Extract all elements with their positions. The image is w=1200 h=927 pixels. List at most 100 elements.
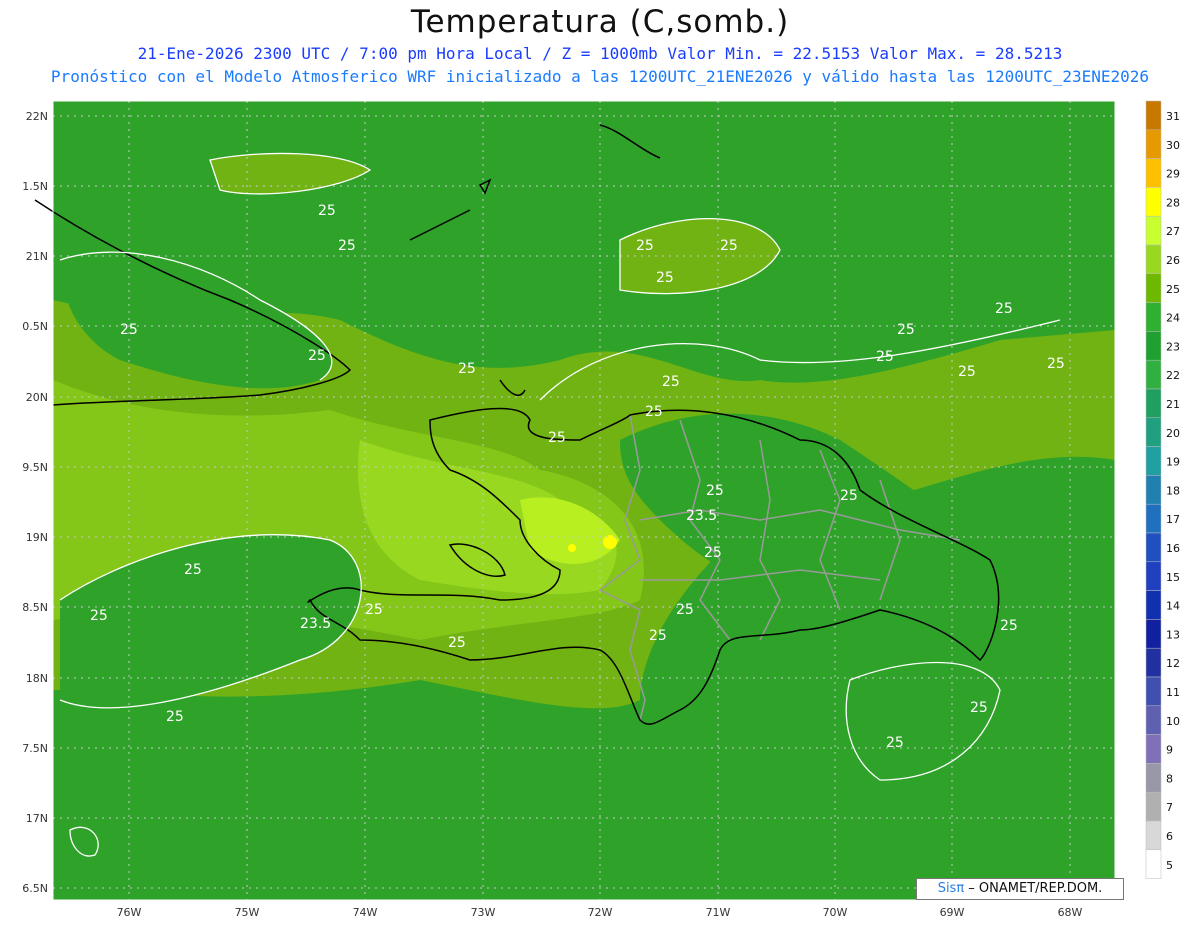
colorbar-label: 7 bbox=[1166, 801, 1173, 814]
colorbar-label: 17 bbox=[1166, 513, 1180, 526]
sispi-logo: Sisπ bbox=[937, 881, 965, 896]
contour-label: 25 bbox=[548, 430, 566, 446]
credit-badge: Sisπ – ONAMET/REP.DOM. bbox=[916, 878, 1124, 900]
contour-label: 25 bbox=[876, 349, 894, 365]
lon-label: 72W bbox=[588, 906, 613, 919]
contour-label: 25 bbox=[1000, 618, 1018, 634]
lon-label: 70W bbox=[823, 906, 848, 919]
colorbar-swatch bbox=[1145, 359, 1162, 390]
colorbar-label: 20 bbox=[1166, 427, 1180, 440]
colorbar-label: 23 bbox=[1166, 340, 1180, 353]
lat-label: 17N bbox=[26, 812, 48, 825]
colorbar-swatch bbox=[1145, 331, 1162, 361]
contour-label: 25 bbox=[645, 404, 663, 420]
contour-label: 25 bbox=[308, 348, 326, 364]
lon-label: 68W bbox=[1058, 906, 1083, 919]
colorbar-swatch bbox=[1145, 503, 1162, 534]
colorbar-label: 5 bbox=[1166, 859, 1173, 872]
colorbar-label: 27 bbox=[1166, 225, 1180, 238]
lat-label: 8.5N bbox=[22, 601, 48, 614]
colorbar-swatch bbox=[1145, 561, 1162, 591]
colorbar-swatch bbox=[1145, 215, 1162, 246]
contour-label: 25 bbox=[338, 238, 356, 254]
contour-label: 25 bbox=[676, 602, 694, 618]
lat-label: 7.5N bbox=[22, 742, 48, 755]
colorbar-swatch bbox=[1145, 763, 1162, 793]
colorbar-label: 14 bbox=[1166, 600, 1180, 613]
colorbar-label: 31 bbox=[1166, 110, 1180, 123]
colorbar-swatch bbox=[1145, 100, 1162, 131]
lon-label: 73W bbox=[471, 906, 496, 919]
lat-label: 9.5N bbox=[22, 461, 48, 474]
longitude-axis: 76W 75W 74W 73W 72W 71W 70W 69W 68W bbox=[117, 906, 1083, 919]
colorbar-swatch bbox=[1145, 244, 1162, 275]
colorbar-swatch bbox=[1145, 273, 1162, 303]
contour-label: 25 bbox=[995, 301, 1013, 317]
colorbar-label: 19 bbox=[1166, 456, 1180, 469]
colorbar-swatch bbox=[1145, 302, 1162, 332]
colorbar-label: 25 bbox=[1166, 283, 1180, 296]
colorbar-swatch bbox=[1145, 590, 1162, 620]
lon-label: 71W bbox=[706, 906, 731, 919]
colorbar-swatch bbox=[1145, 475, 1162, 505]
contour-label: 25 bbox=[90, 608, 108, 624]
lat-label: 22N bbox=[26, 110, 48, 123]
colorbar-label: 11 bbox=[1166, 686, 1180, 699]
credit-text: – ONAMET/REP.DOM. bbox=[964, 881, 1103, 896]
colorbar-label: 15 bbox=[1166, 571, 1180, 584]
contour-label: 25 bbox=[704, 545, 722, 561]
colorbar-swatch bbox=[1145, 791, 1162, 822]
lat-label: 6.5N bbox=[22, 882, 48, 895]
colorbar-label: 9 bbox=[1166, 744, 1173, 757]
colorbar-label: 12 bbox=[1166, 657, 1180, 670]
colorbar-label: 24 bbox=[1166, 312, 1180, 325]
contour-label: 25 bbox=[448, 635, 466, 651]
colorbar-swatch bbox=[1145, 446, 1162, 476]
colorbar-swatch bbox=[1145, 417, 1162, 447]
lon-label: 76W bbox=[117, 906, 142, 919]
lon-label: 74W bbox=[353, 906, 378, 919]
contour-label: 25 bbox=[886, 735, 904, 751]
colorbar-swatch bbox=[1145, 158, 1162, 188]
contour-label: 25 bbox=[897, 322, 915, 338]
temperature-map: 25 25 25 25 25 25 25 25 25 25 25 25 25 2… bbox=[22, 100, 1180, 919]
contour-label: 25 bbox=[120, 322, 138, 338]
lat-label: 21N bbox=[26, 250, 48, 263]
contour-label: 25 bbox=[656, 270, 674, 286]
colorbar-label: 28 bbox=[1166, 196, 1180, 209]
colorbar-swatch bbox=[1145, 388, 1162, 419]
colorbar-swatch bbox=[1145, 187, 1162, 217]
colorbar-swatch bbox=[1145, 734, 1162, 764]
contour-label: 25 bbox=[662, 374, 680, 390]
colorbar-swatch bbox=[1145, 849, 1162, 879]
colorbar-swatch bbox=[1145, 705, 1162, 735]
contour-label: 25 bbox=[318, 203, 336, 219]
colorbar-label: 30 bbox=[1166, 139, 1180, 152]
contour-label: 25 bbox=[970, 700, 988, 716]
colorbar-swatch bbox=[1145, 647, 1162, 678]
colorbar-swatch bbox=[1145, 129, 1162, 159]
colorbar-label: 6 bbox=[1166, 830, 1173, 843]
lon-label: 75W bbox=[235, 906, 260, 919]
latitude-axis: 22N 1.5N 21N 0.5N 20N 9.5N 19N 8.5N 18N … bbox=[22, 110, 48, 895]
colorbar-label: 10 bbox=[1166, 715, 1180, 728]
colorbar-label: 21 bbox=[1166, 398, 1180, 411]
contour-label: 25 bbox=[636, 238, 654, 254]
lat-label: 1.5N bbox=[22, 180, 48, 193]
colorbar-swatch bbox=[1145, 820, 1162, 851]
lat-label: 0.5N bbox=[22, 320, 48, 333]
contour-label: 25 bbox=[706, 483, 724, 499]
colorbar-swatch bbox=[1145, 532, 1162, 563]
contour-label: 23.5 bbox=[300, 616, 331, 632]
colorbar-label: 29 bbox=[1166, 168, 1180, 181]
colorbar: 31 30 29 28 27 26 25 24 23 22 21 20 19 18 17 16 15 14 13 12… bbox=[1145, 100, 1180, 879]
colorbar-label: 18 bbox=[1166, 484, 1180, 497]
contour-label: 25 bbox=[649, 628, 667, 644]
colorbar-swatch bbox=[1145, 619, 1162, 649]
colorbar-label: 13 bbox=[1166, 628, 1180, 641]
contour-label: 25 bbox=[1047, 356, 1065, 372]
contour-label: 25 bbox=[958, 364, 976, 380]
lat-label: 19N bbox=[26, 531, 48, 544]
contour-label: 23.5 bbox=[686, 508, 717, 524]
colorbar-label: 8 bbox=[1166, 772, 1173, 785]
